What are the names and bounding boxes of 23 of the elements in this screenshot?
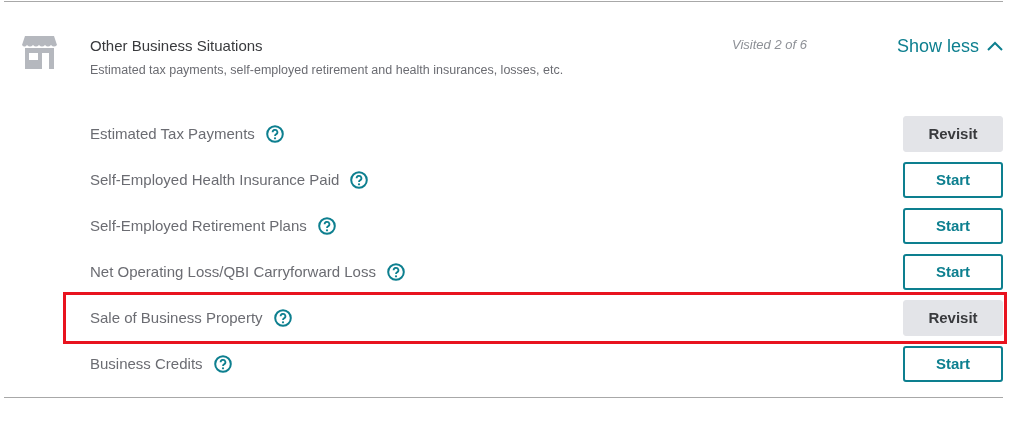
start-button[interactable]: Start — [903, 208, 1003, 244]
progress-text: Visited 2 of 6 — [732, 36, 807, 54]
item-label: Estimated Tax Payments — [90, 123, 255, 144]
start-button[interactable]: Start — [903, 254, 1003, 290]
help-icon[interactable] — [213, 355, 232, 373]
revisit-button[interactable]: Revisit — [903, 116, 1003, 152]
item-label: Self-Employed Health Insurance Paid — [90, 169, 340, 190]
item-label: Net Operating Loss/QBI Carryforward Loss — [90, 261, 376, 282]
storefront-icon — [22, 36, 57, 69]
section-description: Estimated tax payments, self-employed retirement and health insurances, losses, etc. — [90, 62, 565, 78]
item-label: Self-Employed Retirement Plans — [90, 215, 307, 236]
revisit-button[interactable]: Revisit — [903, 300, 1003, 336]
help-icon[interactable] — [350, 171, 369, 189]
start-button[interactable]: Start — [903, 162, 1003, 198]
help-icon[interactable] — [386, 263, 405, 281]
item-label: Business Credits — [90, 353, 203, 374]
help-icon[interactable] — [273, 309, 292, 327]
help-icon[interactable] — [265, 125, 284, 143]
section-title: Other Business Situations — [90, 36, 264, 56]
show-less-link[interactable]: Show less — [896, 33, 1003, 59]
item-label: Sale of Business Property — [90, 307, 263, 328]
help-icon[interactable] — [317, 217, 336, 235]
start-button[interactable]: Start — [903, 346, 1003, 382]
